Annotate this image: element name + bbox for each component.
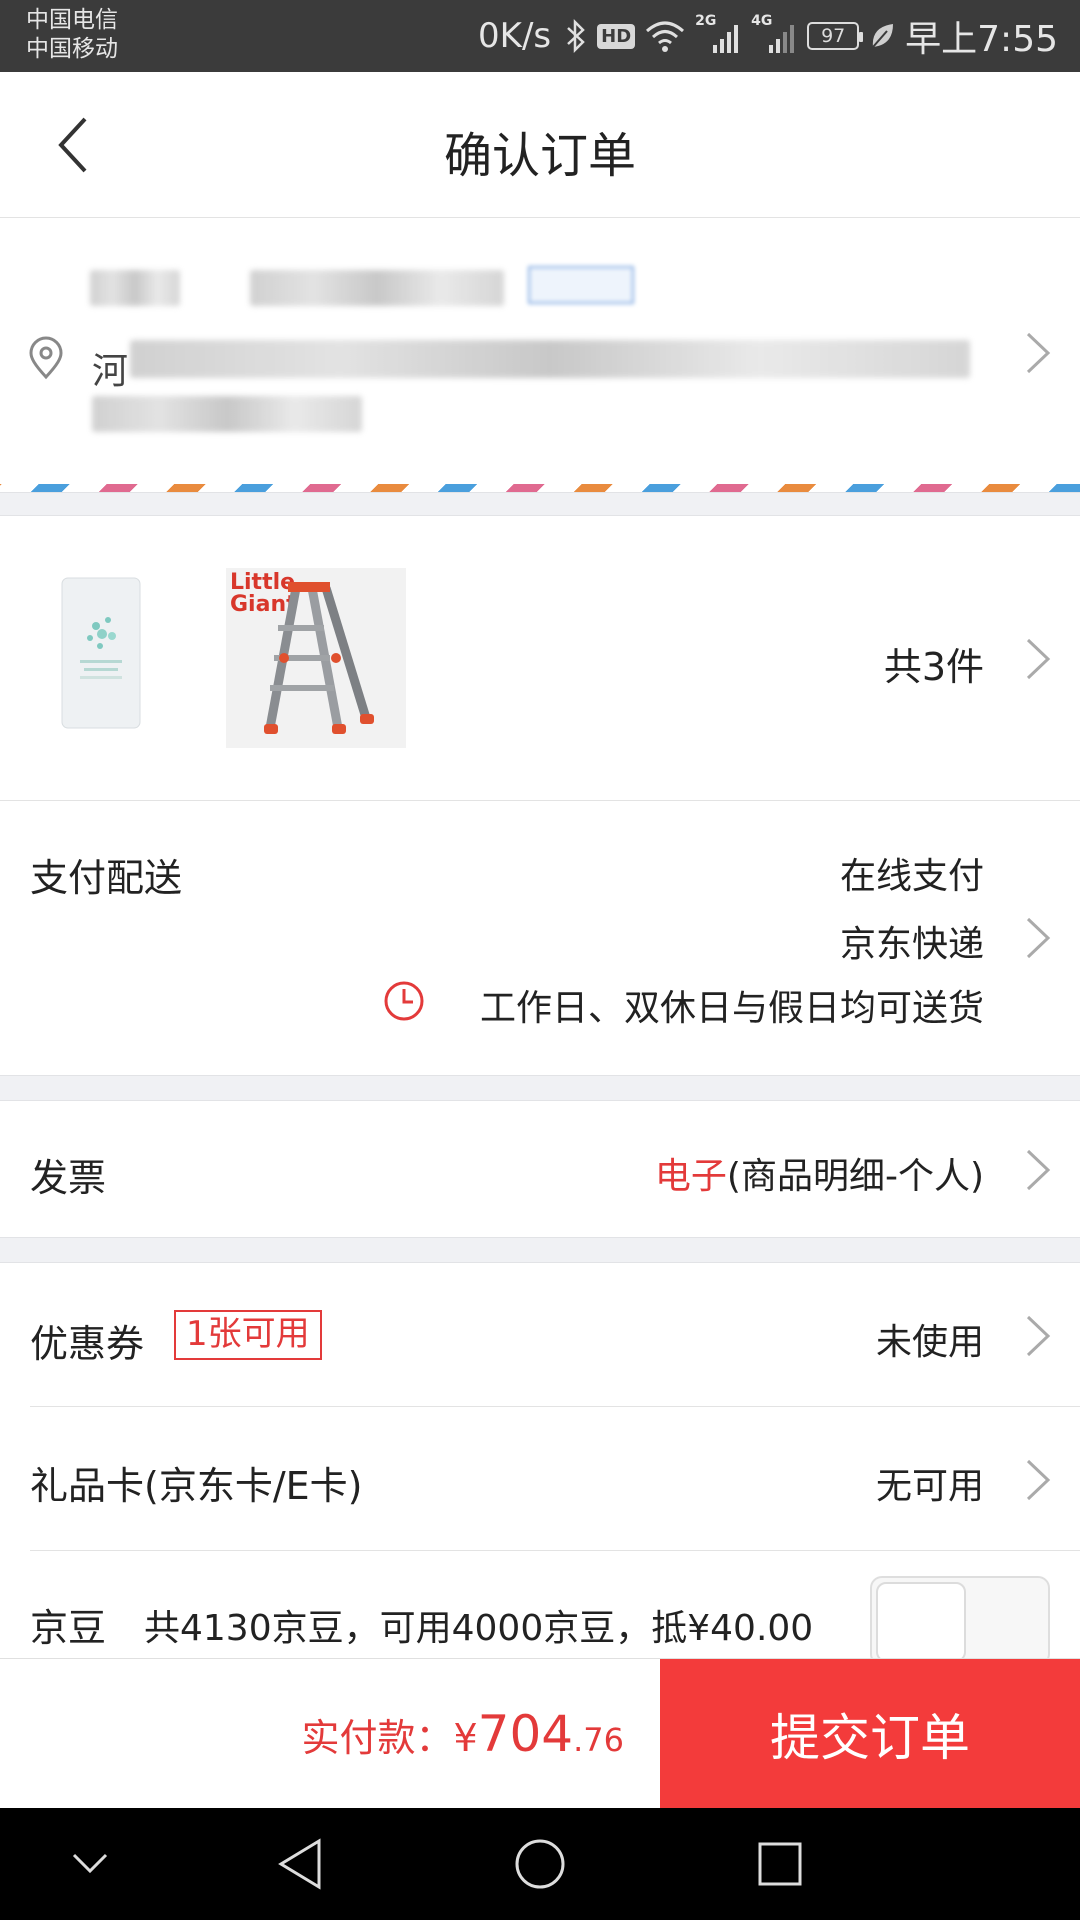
coupon-value: 未使用: [875, 1322, 984, 1363]
section-gap: [0, 492, 1080, 516]
submit-order-button[interactable]: 提交订单: [660, 1659, 1080, 1809]
address-section[interactable]: 河: [0, 218, 1080, 488]
clock-icon: [384, 981, 424, 1021]
chevron-right-icon: [1026, 1149, 1051, 1191]
signal-2g-icon: 2G: [695, 13, 741, 53]
address-envelope-border: [0, 484, 1080, 492]
products-row[interactable]: Little Giant 共3件: [0, 516, 1080, 800]
chevron-right-icon: [1026, 638, 1051, 680]
status-bar: 中国电信 中国移动 0K/s HD 2G 4G 97 早上7:55: [0, 0, 1080, 72]
jingdou-label: 京豆: [30, 1606, 107, 1650]
redacted-address-line1: [130, 340, 970, 378]
invoice-detail: (商品明细-个人): [726, 1156, 984, 1197]
leaf-icon: [872, 24, 894, 48]
coupon-row[interactable]: 优惠券 未使用: [0, 1263, 1080, 1406]
page-title: 确认订单: [443, 128, 636, 184]
coupon-available-badge: 1张可用: [174, 1310, 322, 1360]
jingdou-toggle[interactable]: [870, 1576, 1050, 1666]
nav-back-button[interactable]: [270, 1834, 330, 1894]
triangle-back-icon: [278, 1838, 321, 1890]
invoice-type: 电子: [654, 1156, 727, 1197]
total-currency: ¥: [453, 1716, 478, 1760]
nav-home-button[interactable]: [510, 1834, 570, 1894]
net-speed: 0K/s: [478, 16, 552, 56]
total-label: 实付款：: [301, 1716, 454, 1760]
signal-4g-icon: 4G: [751, 13, 797, 53]
hd-icon: HD: [597, 23, 636, 49]
system-nav-bar: [0, 1808, 1080, 1920]
redacted-name: [90, 270, 180, 306]
chevron-right-icon: [1026, 332, 1051, 374]
section-gap: [0, 1075, 1080, 1101]
payment-label: 支付配送: [30, 856, 183, 900]
invoice-label: 发票: [30, 1156, 107, 1200]
redacted-address-line2: [92, 396, 362, 432]
giftcard-row[interactable]: 礼品卡(京东卡/E卡) 无可用: [0, 1407, 1080, 1550]
chevron-right-icon: [1026, 1315, 1051, 1357]
address-prefix: 河: [92, 351, 129, 392]
giftcard-value: 无可用: [875, 1466, 984, 1507]
carrier-names: 中国电信 中国移动: [26, 6, 118, 64]
redacted-phone: [250, 270, 504, 306]
delivery-note: 工作日、双休日与假日均可送货: [479, 988, 984, 1029]
nav-recents-button[interactable]: [750, 1834, 810, 1894]
product-image-1: [61, 577, 141, 729]
nav-hide-button[interactable]: [60, 1834, 120, 1894]
coupon-label: 优惠券: [30, 1322, 145, 1366]
chevron-right-icon: [1026, 1459, 1051, 1501]
invoice-row[interactable]: 发票 电子(商品明细-个人): [0, 1101, 1080, 1237]
status-icons: 0K/s HD 2G 4G 97 早上7:55: [478, 12, 1058, 60]
ladder-illustration: [264, 582, 374, 734]
bluetooth-icon: [567, 18, 585, 54]
battery-icon: 97: [807, 22, 864, 50]
invoice-value: 电子(商品明细-个人): [655, 1147, 984, 1199]
product-count: 共3件: [883, 645, 984, 689]
chevron-right-icon: [1026, 917, 1051, 959]
square-recents-icon: [758, 1842, 802, 1886]
carrier-2: 中国移动: [26, 36, 118, 62]
payment-method: 在线支付: [839, 856, 984, 897]
section-gap: [0, 1237, 1080, 1263]
total-integer: 704: [477, 1705, 574, 1763]
total-decimal: .76: [573, 1721, 624, 1759]
location-pin-icon: [29, 336, 63, 380]
total-amount: 实付款：¥704.76: [301, 1705, 624, 1763]
jingdou-detail: 共4130京豆，可用4000京豆，抵¥40.00: [144, 1608, 814, 1649]
clock: 早上7:55: [905, 19, 1058, 60]
circle-home-icon: [515, 1839, 565, 1889]
product-image-2: Little Giant: [226, 568, 406, 748]
payment-delivery-row[interactable]: 支付配送 在线支付 京东快递 工作日、双休日与假日均可送货: [0, 801, 1080, 1075]
courier-name: 京东快递: [839, 924, 984, 965]
carrier-1: 中国电信: [26, 7, 118, 33]
wifi-icon: [646, 21, 685, 52]
chevron-down-icon: [72, 1853, 108, 1874]
giftcard-label: 礼品卡(京东卡/E卡): [30, 1464, 363, 1508]
checkout-bar: 实付款：¥704.76 提交订单: [0, 1658, 1080, 1809]
address-tag: [528, 266, 634, 304]
toggle-knob: [876, 1582, 966, 1662]
header: 确认订单: [0, 72, 1080, 218]
